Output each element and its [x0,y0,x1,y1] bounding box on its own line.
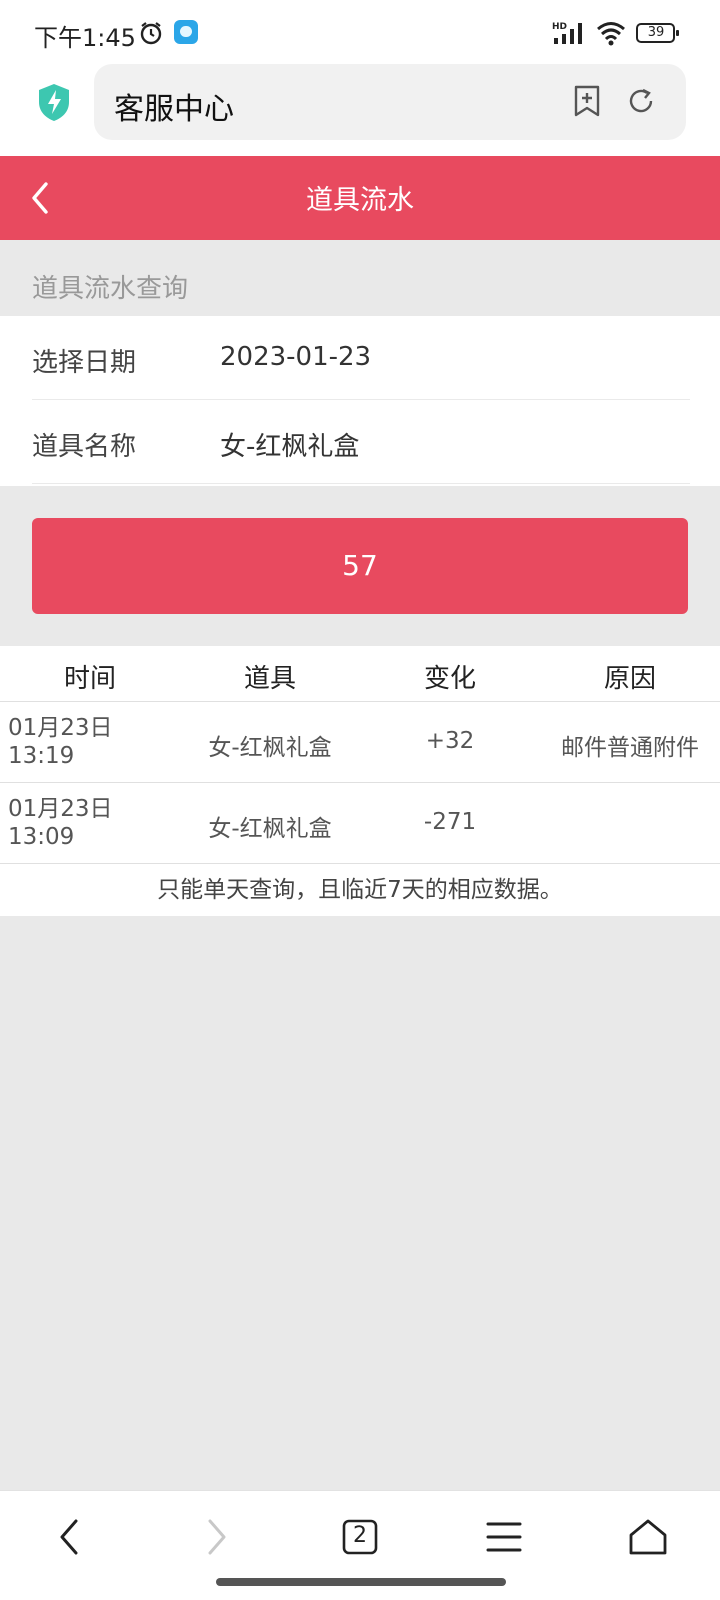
page-title: 道具流水 [306,185,414,216]
header-reason: 原因 [603,664,656,694]
row-change: +32 [425,728,475,754]
alarm-icon [140,22,162,45]
app-notification-icon [174,20,198,44]
bookmark-add-icon[interactable] [572,84,602,118]
header-item: 道具 [243,664,296,694]
url-title: 客服中心 [114,92,234,127]
forward-icon[interactable] [194,1515,238,1559]
tabs-icon[interactable]: 2 [338,1515,382,1559]
menu-icon[interactable] [482,1515,526,1559]
item-row[interactable]: 道具名称 女-红枫礼盒 [32,400,690,484]
item-field[interactable]: 女-红枫礼盒 [220,426,359,463]
query-button[interactable]: 57 [32,518,688,614]
section-label: 道具流水查询 [32,274,189,304]
row-item: 女-红枫礼盒 [208,816,332,842]
svg-text:HD: HD [552,22,567,32]
page-header: 道具流水 [0,156,720,240]
wifi-icon [597,22,625,46]
date-row[interactable]: 选择日期 2023-01-23 [32,316,690,400]
table-header: 时间 道具 变化 原因 [0,646,720,702]
row-date-text: 01月23日 [8,715,113,741]
row-change: -271 [423,809,477,835]
result-table: 时间 道具 变化 原因 01月23日 13:19 女-红枫礼盒 +32 邮件普通… [0,646,720,916]
table-row: 01月23日 13:19 女-红枫礼盒 +32 邮件普通附件 [0,702,720,783]
row-date-text: 01月23日 [8,796,113,822]
row-time: 01月23日 13:09 [8,795,113,851]
home-indicator[interactable] [216,1578,506,1586]
browser-bar: 客服中心 [0,64,720,156]
header-time: 时间 [63,664,116,694]
row-time-text: 13:19 [8,743,75,769]
header-change: 变化 [423,664,476,694]
status-time: 下午1:45 [34,24,136,52]
row-item: 女-红枫礼盒 [208,735,332,761]
item-label: 道具名称 [32,432,137,462]
row-time: 01月23日 13:19 [8,714,113,770]
refresh-icon[interactable] [626,86,656,116]
status-bar: 下午1:45 HD 39 [0,0,720,64]
back-icon[interactable] [48,1515,92,1559]
url-bar[interactable]: 客服中心 [94,64,686,140]
date-field[interactable]: 2023-01-23 [220,342,371,372]
home-icon[interactable] [626,1515,670,1559]
row-time-text: 13:09 [8,824,75,850]
query-note: 只能单天查询，且临近7天的相应数据。 [157,877,563,903]
shield-icon[interactable] [36,82,72,122]
tabs-count: 2 [353,1523,367,1548]
table-row: 01月23日 13:09 女-红枫礼盒 -271 [0,783,720,864]
battery-level: 39 [647,25,665,40]
query-form: 选择日期 2023-01-23 道具名称 女-红枫礼盒 [0,316,720,486]
hd-signal-icon: HD [552,22,582,44]
row-reason: 邮件普通附件 [561,735,699,761]
date-label: 选择日期 [32,348,137,378]
